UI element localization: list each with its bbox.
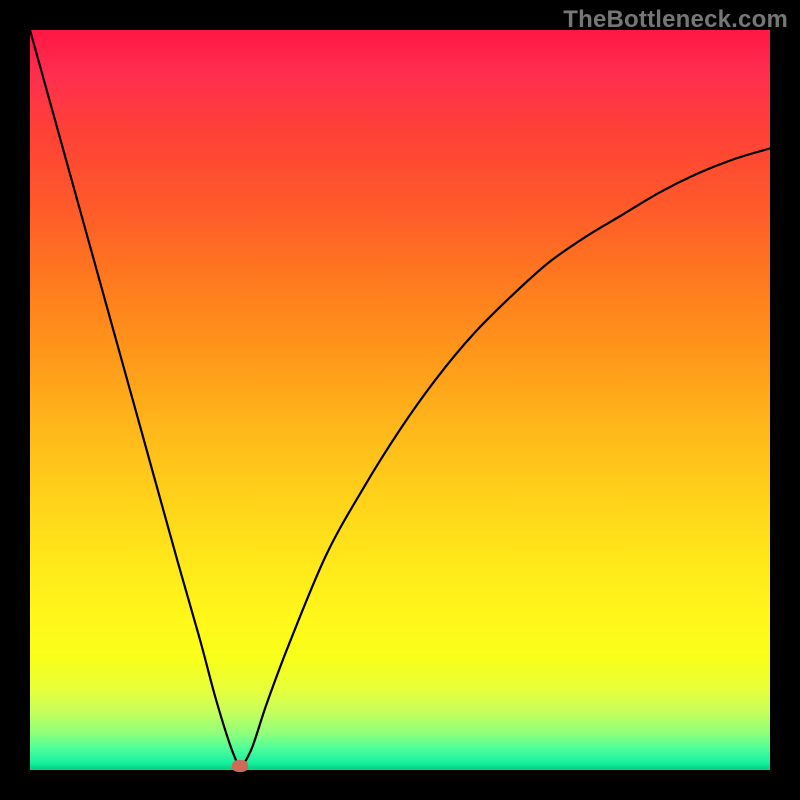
bottleneck-curve [30,30,770,770]
chart-frame: TheBottleneck.com [0,0,800,800]
curve-path [30,30,770,770]
minimum-marker [232,760,248,772]
watermark-text: TheBottleneck.com [563,6,788,34]
plot-area [30,30,770,770]
